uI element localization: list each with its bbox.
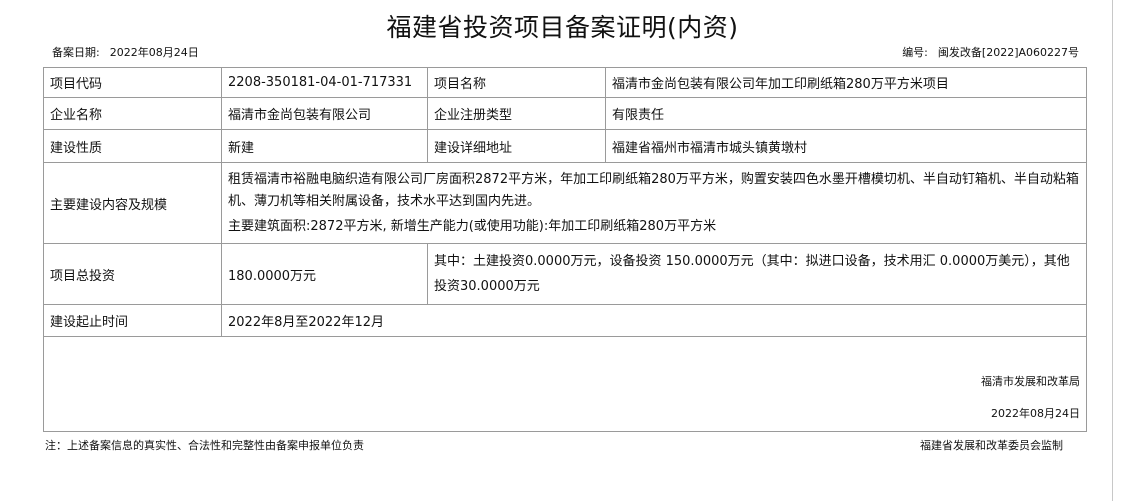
total-investment-value: 180.0000万元 [221, 243, 428, 305]
document-title: 福建省投资项目备案证明(内资) [386, 13, 739, 42]
table-row: 建设性质 新建 建设详细地址 福建省福州市福清市城头镇黄墩村 [43, 129, 1087, 163]
company-type-label: 企业注册类型 [427, 97, 606, 130]
document-number-value: 闽发改备[2022]A060227号 [937, 46, 1079, 59]
table-row: 企业名称 福清市金尚包装有限公司 企业注册类型 有限责任 [43, 97, 1087, 130]
document-number: 编号: 闽发改备[2022]A060227号 [902, 44, 1079, 60]
main-content-label: 主要建设内容及规模 [43, 162, 222, 244]
issuing-authority: 福清市发展和改革局 [981, 375, 1080, 388]
table-row: 项目总投资 180.0000万元 其中：土建投资0.0000万元，设备投资 15… [43, 243, 1087, 305]
project-name-value: 福清市金尚包装有限公司年加工印刷纸箱280万平方米项目 [605, 67, 1087, 98]
document-number-label: 编号: [902, 46, 928, 59]
construction-period-value: 2022年8月至2022年12月 [221, 304, 1087, 337]
main-content-capacity: 主要建筑面积:2872平方米, 新增生产能力(或使用功能):年加工印刷纸箱280… [228, 218, 717, 234]
address-value: 福建省福州市福清市城头镇黄墩村 [605, 129, 1087, 163]
main-content-description: 租赁福清市裕融电脑织造有限公司厂房面积2872平方米，年加工印刷纸箱280万平方… [228, 171, 1079, 209]
construction-nature-value: 新建 [221, 129, 428, 163]
record-certificate-page: 福建省投资项目备案证明(内资) 备案日期: 2022年08月24日 编号: 闽发改备… [0, 0, 1125, 501]
table-row: 福清市发展和改革局 2022年08月24日 [43, 336, 1087, 432]
record-date-value: 2022年08月24日 [109, 46, 199, 59]
company-name-label: 企业名称 [43, 97, 222, 130]
supervisor-note: 福建省发展和改革委员会监制 [920, 439, 1063, 452]
signature-cell: 福清市发展和改革局 2022年08月24日 [43, 336, 1087, 432]
disclaimer-note: 注：上述备案信息的真实性、合法性和完整性由备案申报单位负责 [45, 439, 364, 452]
total-investment-label: 项目总投资 [43, 243, 222, 305]
issue-date: 2022年08月24日 [991, 407, 1080, 420]
construction-nature-label: 建设性质 [43, 129, 222, 163]
project-name-label: 项目名称 [427, 67, 606, 98]
record-date: 备案日期: 2022年08月24日 [52, 44, 199, 60]
construction-period-label: 建设起止时间 [43, 304, 222, 337]
company-name-value: 福清市金尚包装有限公司 [221, 97, 428, 130]
project-code-label: 项目代码 [43, 67, 222, 98]
company-type-value: 有限责任 [605, 97, 1087, 130]
table-row: 建设起止时间 2022年8月至2022年12月 [43, 304, 1087, 337]
project-code-value: 2208-350181-04-01-717331 [221, 67, 428, 98]
address-label: 建设详细地址 [427, 129, 606, 163]
page-edge-divider [1112, 0, 1113, 501]
table-row: 主要建设内容及规模 租赁福清市裕融电脑织造有限公司厂房面积2872平方米，年加工… [43, 162, 1087, 244]
main-content-value: 租赁福清市裕融电脑织造有限公司厂房面积2872平方米，年加工印刷纸箱280万平方… [221, 162, 1087, 244]
investment-breakdown: 其中：土建投资0.0000万元，设备投资 150.0000万元（其中：拟进口设备… [427, 243, 1087, 305]
record-date-label: 备案日期: [52, 46, 100, 59]
record-info-table: 项目代码 2208-350181-04-01-717331 项目名称 福清市金尚… [43, 67, 1087, 432]
table-row: 项目代码 2208-350181-04-01-717331 项目名称 福清市金尚… [43, 67, 1087, 98]
